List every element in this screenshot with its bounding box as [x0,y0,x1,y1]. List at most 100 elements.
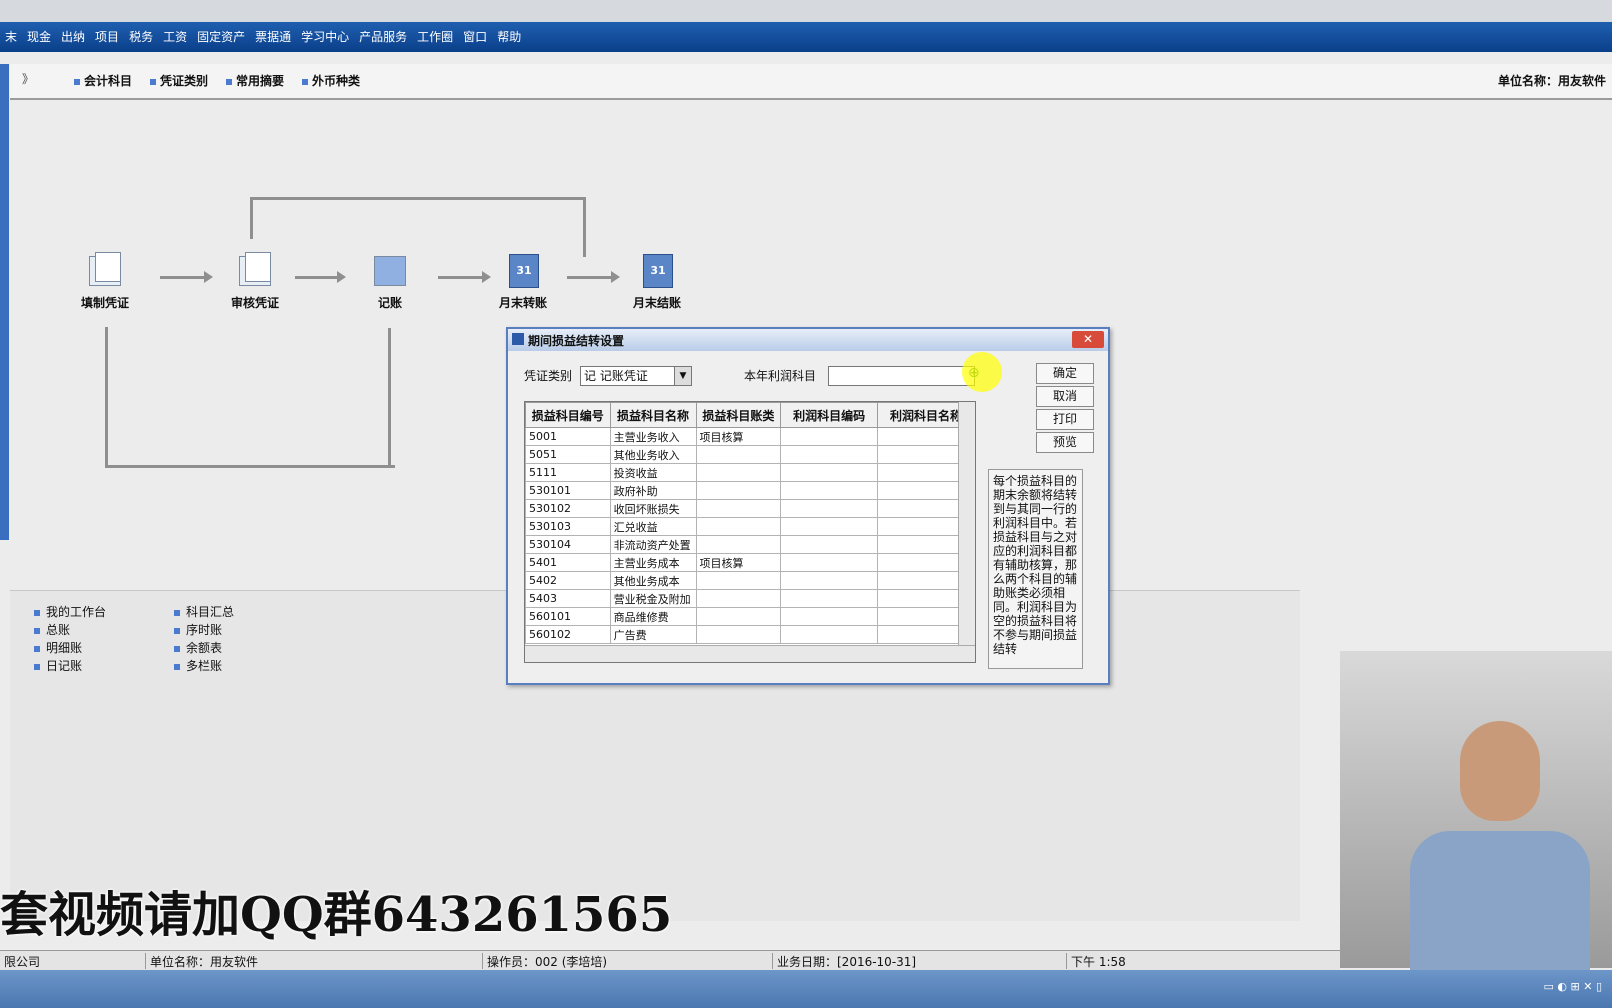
grid-cell[interactable] [695,517,782,536]
table-row[interactable]: 5051 其他业务收入 [525,445,975,464]
grid-column-header[interactable]: 损益科目编号 [525,402,611,428]
menu-item-9[interactable]: 产品服务 [354,22,412,52]
menu-item-5[interactable]: 工资 [158,22,192,52]
menu-item-6[interactable]: 固定资产 [192,22,250,52]
grid-cell[interactable]: 主营业务收入 [609,427,697,446]
menu-item-0[interactable]: 末 [0,22,22,52]
table-row[interactable]: 530104 非流动资产处置 [525,535,975,554]
link-workbench[interactable]: 我的工作台 [34,603,106,620]
print-button[interactable]: 打印 [1036,409,1094,430]
grid-cell[interactable] [695,499,782,518]
table-row[interactable]: 5401 主营业务成本 项目核算 [525,553,975,572]
grid-cell[interactable]: 项目核算 [695,553,782,572]
grid-cell[interactable]: 项目核算 [695,427,782,446]
grid-cell[interactable]: 560101 [525,607,611,626]
table-row[interactable]: 530103 汇兑收益 [525,517,975,536]
menu-item-1[interactable]: 现金 [22,22,56,52]
grid-column-header[interactable]: 损益科目名称 [609,402,697,428]
grid-cell[interactable] [695,445,782,464]
grid-cell[interactable]: 营业税金及附加 [609,589,697,608]
table-row[interactable]: 5403 营业税金及附加 [525,589,975,608]
grid-cell[interactable]: 560102 [525,625,611,644]
grid-column-header[interactable]: 利润科目编码 [780,402,879,428]
grid-cell[interactable]: 投资收益 [609,463,697,482]
table-row[interactable]: 530101 政府补助 [525,481,975,500]
grid-cell[interactable] [780,481,879,500]
toolbar-item-voucher-types[interactable]: 凭证类别 [150,72,208,89]
table-row[interactable]: 560101 商品维修费 [525,607,975,626]
grid-cell[interactable] [780,445,879,464]
grid-cell[interactable]: 530101 [525,481,611,500]
grid-cell[interactable]: 530103 [525,517,611,536]
grid-cell[interactable] [780,607,879,626]
toolbar-item-accounts[interactable]: 会计科目 [74,72,132,89]
link-balance[interactable]: 余额表 [174,639,222,656]
grid-cell[interactable]: 5403 [525,589,611,608]
grid-cell[interactable] [780,463,879,482]
table-row[interactable]: 530102 收回坏账损失 [525,499,975,518]
link-multi-column[interactable]: 多栏账 [174,657,222,674]
link-journal[interactable]: 日记账 [34,657,82,674]
grid-column-header[interactable]: 损益科目账类 [695,402,782,428]
table-row[interactable]: 5402 其他业务成本 [525,571,975,590]
confirm-button[interactable]: 确定 [1036,363,1094,384]
menu-item-10[interactable]: 工作圈 [412,22,458,52]
table-row[interactable]: 5111 投资收益 [525,463,975,482]
grid-cell[interactable]: 商品维修费 [609,607,697,626]
grid-cell[interactable] [780,427,879,446]
flow-node-fill-voucher[interactable]: 填制凭证 [60,250,150,311]
grid-cell[interactable] [695,463,782,482]
grid-cell[interactable] [780,535,879,554]
profit-subject-input[interactable] [828,366,975,386]
menu-item-2[interactable]: 出纳 [56,22,90,52]
grid-cell[interactable]: 5111 [525,463,611,482]
voucher-type-select[interactable]: 记 记账凭证 ▼ [580,366,692,386]
flow-node-month-transfer[interactable]: 31 月末转账 [478,250,568,311]
menu-item-4[interactable]: 税务 [124,22,158,52]
collapse-icon[interactable]: 》 [22,70,34,87]
menu-item-11[interactable]: 窗口 [458,22,492,52]
grid-cell[interactable]: 5401 [525,553,611,572]
cancel-button[interactable]: 取消 [1036,386,1094,407]
grid-cell[interactable] [780,553,879,572]
grid-cell[interactable] [780,625,879,644]
grid-cell[interactable]: 5051 [525,445,611,464]
menu-item-8[interactable]: 学习中心 [296,22,354,52]
grid-cell[interactable]: 其他业务成本 [609,571,697,590]
grid-cell[interactable] [695,481,782,500]
grid-cell[interactable] [695,589,782,608]
table-row[interactable]: 560102 广告费 [525,625,975,644]
grid-cell[interactable]: 530102 [525,499,611,518]
grid-cell[interactable]: 政府补助 [609,481,697,500]
grid-cell[interactable]: 530104 [525,535,611,554]
preview-button[interactable]: 预览 [1036,432,1094,453]
grid-cell[interactable]: 非流动资产处置 [609,535,697,554]
menu-item-3[interactable]: 项目 [90,22,124,52]
grid-cell[interactable]: 5001 [525,427,611,446]
table-row[interactable]: 5001 主营业务收入 项目核算 [525,427,975,446]
toolbar-item-currency-types[interactable]: 外币种类 [302,72,360,89]
grid-cell[interactable] [780,517,879,536]
grid-cell[interactable]: 主营业务成本 [609,553,697,572]
grid-cell[interactable] [695,607,782,626]
grid-cell[interactable]: 广告费 [609,625,697,644]
grid-cell[interactable] [695,625,782,644]
grid-cell[interactable]: 5402 [525,571,611,590]
flow-node-review-voucher[interactable]: 审核凭证 [210,250,300,311]
grid-cell[interactable]: 汇兑收益 [609,517,697,536]
close-icon[interactable]: ✕ [1072,331,1104,348]
chevron-down-icon[interactable]: ▼ [674,367,691,385]
vertical-scrollbar[interactable] [958,402,975,645]
grid-cell[interactable] [780,589,879,608]
menu-item-12[interactable]: 帮助 [492,22,526,52]
grid-cell[interactable] [780,571,879,590]
menu-item-7[interactable]: 票据通 [250,22,296,52]
link-chronological[interactable]: 序时账 [174,621,222,638]
flow-node-post[interactable]: 记账 [345,250,435,311]
flow-node-month-close[interactable]: 31 月末结账 [612,250,702,311]
grid-cell[interactable]: 其他业务收入 [609,445,697,464]
grid-cell[interactable]: 收回坏账损失 [609,499,697,518]
link-detail-ledger[interactable]: 明细账 [34,639,82,656]
horizontal-scrollbar[interactable] [525,645,975,662]
grid-cell[interactable] [695,535,782,554]
